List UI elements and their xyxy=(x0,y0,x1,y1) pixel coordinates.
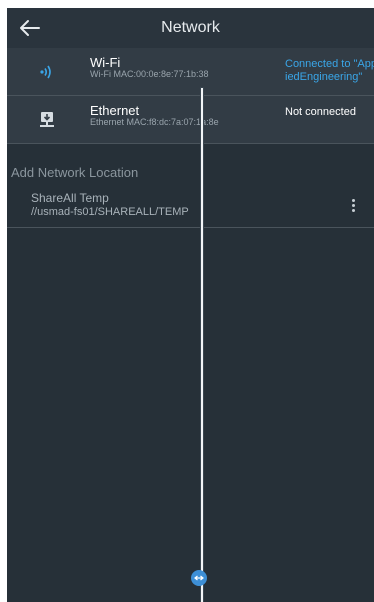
add-network-location-label[interactable]: Add Network Location xyxy=(11,165,138,180)
network-location-item[interactable]: ShareAll Temp //usmad-fs01/SHAREALL/TEMP xyxy=(7,188,374,228)
wifi-icon xyxy=(35,60,59,84)
divider xyxy=(7,227,374,228)
ethernet-mac: Ethernet MAC:f8:dc:7a:07:1a:8e xyxy=(90,117,219,127)
wifi-name: Wi-Fi xyxy=(90,55,121,70)
location-path: //usmad-fs01/SHAREALL/TEMP xyxy=(31,206,189,218)
drag-handle[interactable] xyxy=(191,570,207,586)
wifi-status: Connected to "AppliedEngineering" xyxy=(285,58,374,83)
location-name: ShareAll Temp xyxy=(31,191,109,205)
network-screen: Network Wi-Fi Wi-Fi MAC:00:0e:8e:77:1b:3… xyxy=(7,8,374,602)
divider xyxy=(7,143,374,144)
more-vert-icon[interactable] xyxy=(343,194,363,216)
wifi-row[interactable]: Wi-Fi Wi-Fi MAC:00:0e:8e:77:1b:38 Connec… xyxy=(7,48,374,95)
ethernet-name: Ethernet xyxy=(90,103,140,118)
app-bar: Network xyxy=(7,8,374,48)
page-title: Network xyxy=(161,19,220,36)
split-drag-line[interactable] xyxy=(201,88,203,602)
ethernet-icon xyxy=(35,108,59,132)
ethernet-row[interactable]: Ethernet Ethernet MAC:f8:dc:7a:07:1a:8e … xyxy=(7,96,374,143)
ethernet-status: Not connected xyxy=(285,106,356,118)
move-arrows-icon xyxy=(194,575,204,581)
wifi-mac: Wi-Fi MAC:00:0e:8e:77:1b:38 xyxy=(90,69,209,79)
